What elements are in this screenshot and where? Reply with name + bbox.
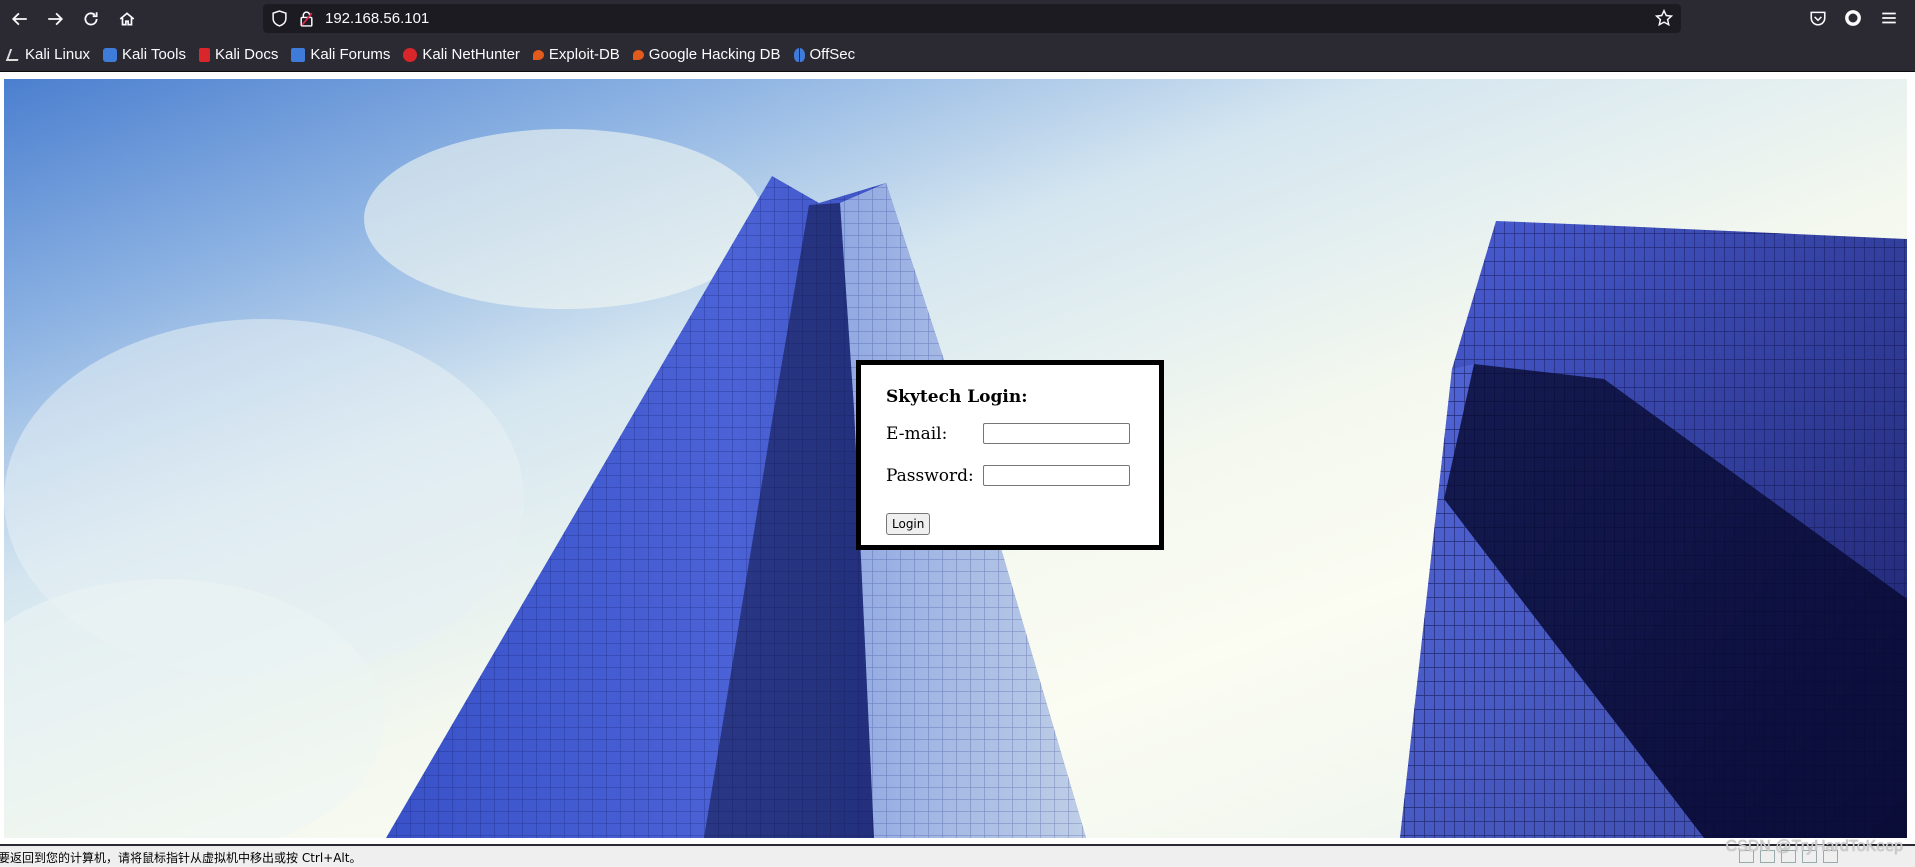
offsec-icon	[793, 47, 805, 62]
url-text[interactable]: 192.168.56.101	[325, 10, 429, 27]
kali-tools-icon	[103, 47, 118, 62]
bookmark-exploit-db[interactable]: Exploit-DB	[532, 46, 620, 63]
bookmark-offsec[interactable]: OffSec	[793, 46, 856, 63]
bookmark-label: Exploit-DB	[548, 46, 620, 63]
bookmark-label: OffSec	[809, 46, 856, 63]
email-input[interactable]	[983, 423, 1130, 444]
bookmarks-bar: Kali Linux Kali Tools Kali Docs Kali For…	[0, 38, 1915, 72]
login-button[interactable]: Login	[886, 513, 931, 535]
forward-button[interactable]	[37, 0, 73, 38]
bookmark-kali-linux[interactable]: Kali Linux	[5, 46, 91, 63]
bookmark-label: Kali Forums	[310, 46, 391, 63]
bookmark-google-hacking-db[interactable]: Google Hacking DB	[632, 46, 781, 63]
password-label: Password:	[886, 466, 974, 486]
vm-status-message: 要返回到您的计算机，请将鼠标指针从虚拟机中移出或按 Ctrl+Alt。	[0, 851, 362, 865]
home-icon	[119, 12, 135, 26]
arrow-left-icon	[11, 12, 27, 26]
kali-nethunter-icon	[403, 47, 418, 62]
page-viewport: Skytech Login: E-mail: Password: Login	[0, 72, 1915, 844]
bookmark-label: Kali Docs	[214, 46, 279, 63]
kali-docs-icon	[198, 47, 210, 62]
watermark-text: CSDN @TryHardToKeep	[1725, 838, 1903, 855]
arrow-right-icon	[48, 12, 64, 26]
bookmark-kali-forums[interactable]: Kali Forums	[291, 46, 390, 63]
email-label: E-mail:	[886, 424, 948, 444]
hamburger-menu-icon[interactable]	[1880, 9, 1898, 27]
reload-icon	[84, 12, 98, 26]
reload-button[interactable]	[73, 0, 109, 38]
shield-icon[interactable]	[271, 10, 288, 27]
password-input[interactable]	[983, 465, 1130, 486]
kali-dragon-icon	[5, 48, 23, 61]
bookmark-kali-docs[interactable]: Kali Docs	[198, 46, 279, 63]
home-button[interactable]	[109, 0, 145, 38]
bookmark-kali-tools[interactable]: Kali Tools	[103, 46, 186, 63]
star-icon[interactable]	[1655, 9, 1673, 27]
login-panel: Skytech Login: E-mail: Password: Login	[856, 360, 1164, 550]
browser-toolbar: 192.168.56.101	[0, 0, 1915, 38]
url-bar[interactable]: 192.168.56.101	[263, 4, 1681, 33]
lock-icon[interactable]	[299, 10, 314, 27]
login-title: Skytech Login:	[886, 387, 1028, 407]
pocket-icon[interactable]	[1809, 9, 1827, 27]
bookmark-label: Kali Tools	[122, 46, 186, 63]
bookmark-label: Kali NetHunter	[422, 46, 520, 63]
vm-status-bar: 要返回到您的计算机，请将鼠标指针从虚拟机中移出或按 Ctrl+Alt。	[0, 846, 1915, 867]
back-button[interactable]	[2, 0, 38, 38]
ghdb-icon	[632, 49, 644, 60]
kali-forums-icon	[291, 47, 306, 62]
bookmark-label: Google Hacking DB	[648, 46, 781, 63]
account-icon[interactable]	[1844, 9, 1862, 27]
bookmark-label: Kali Linux	[25, 46, 91, 63]
exploit-db-icon	[532, 49, 544, 60]
bookmark-kali-nethunter[interactable]: Kali NetHunter	[403, 46, 520, 63]
